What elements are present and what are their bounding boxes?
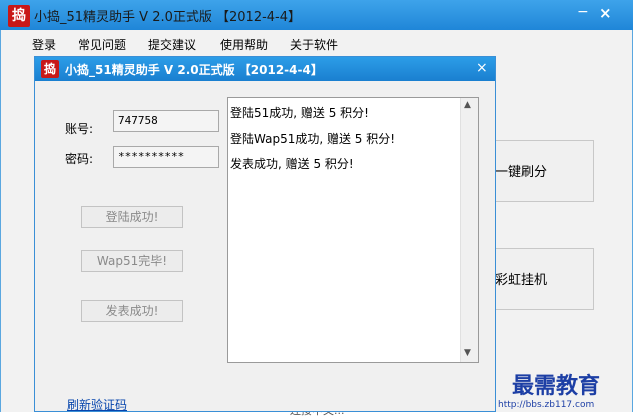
account-field[interactable]: 747758	[113, 110, 219, 132]
rainbow-hangup-button[interactable]: 彩虹挂机	[490, 248, 594, 310]
menu-item-login[interactable]: 登录	[32, 36, 56, 53]
scroll-down-icon[interactable]: ▼	[464, 348, 471, 358]
menu-item-faq[interactable]: 常见问题	[78, 36, 126, 53]
watermark-url: http://bbs.zb117.com	[498, 400, 595, 410]
log-textarea[interactable]: 登陆51成功, 赠送 5 积分! 登陆Wap51成功, 赠送 5 积分! 发表成…	[227, 97, 479, 363]
menu-item-help[interactable]: 使用帮助	[220, 36, 268, 53]
refresh-captcha-link[interactable]: 刷新验证码	[67, 396, 127, 413]
log-line: 登陆Wap51成功, 赠送 5 积分!	[230, 132, 396, 146]
minimize-icon[interactable]: −	[577, 4, 589, 20]
scroll-up-icon[interactable]: ▲	[464, 100, 471, 110]
dialog-title: 小捣_51精灵助手 V 2.0正式版 【2012-4-4】	[65, 63, 323, 77]
password-field[interactable]: **********	[113, 146, 219, 168]
login-status-button[interactable]: 登陆成功!	[81, 206, 183, 228]
dialog-titlebar[interactable]: 捣 小捣_51精灵助手 V 2.0正式版 【2012-4-4】 ×	[35, 57, 495, 81]
watermark-text: 最需教育	[512, 373, 601, 399]
wap51-status-button[interactable]: Wap51完毕!	[81, 250, 183, 272]
dialog-logo-icon: 捣	[41, 60, 59, 78]
rainbow-hangup-label: 彩虹挂机	[495, 273, 548, 288]
one-click-score-button[interactable]: 一键刷分	[490, 140, 594, 202]
log-line: 发表成功, 赠送 5 积分!	[230, 157, 354, 171]
log-scrollbar[interactable]: ▲ ▼	[460, 98, 478, 362]
post-status-button[interactable]: 发表成功!	[81, 300, 183, 322]
login-dialog: 捣 小捣_51精灵助手 V 2.0正式版 【2012-4-4】 × 账号: 74…	[34, 56, 496, 412]
one-click-score-label: 一键刷分	[495, 165, 548, 180]
menu-item-about[interactable]: 关于软件	[290, 36, 338, 53]
log-line: 登陆51成功, 赠送 5 积分!	[230, 106, 369, 120]
password-label: 密码:	[65, 152, 94, 166]
menu-item-feedback[interactable]: 提交建议	[148, 36, 196, 53]
close-icon[interactable]: ×	[599, 4, 612, 22]
dialog-close-icon[interactable]: ×	[476, 60, 488, 76]
main-window-title: 小捣_51精灵助手 V 2.0正式版 【2012-4-4】	[34, 10, 302, 25]
main-titlebar[interactable]: 捣 小捣_51精灵助手 V 2.0正式版 【2012-4-4】 − ×	[0, 0, 633, 30]
account-label: 账号:	[65, 122, 94, 136]
app-logo-icon: 捣	[8, 5, 30, 27]
